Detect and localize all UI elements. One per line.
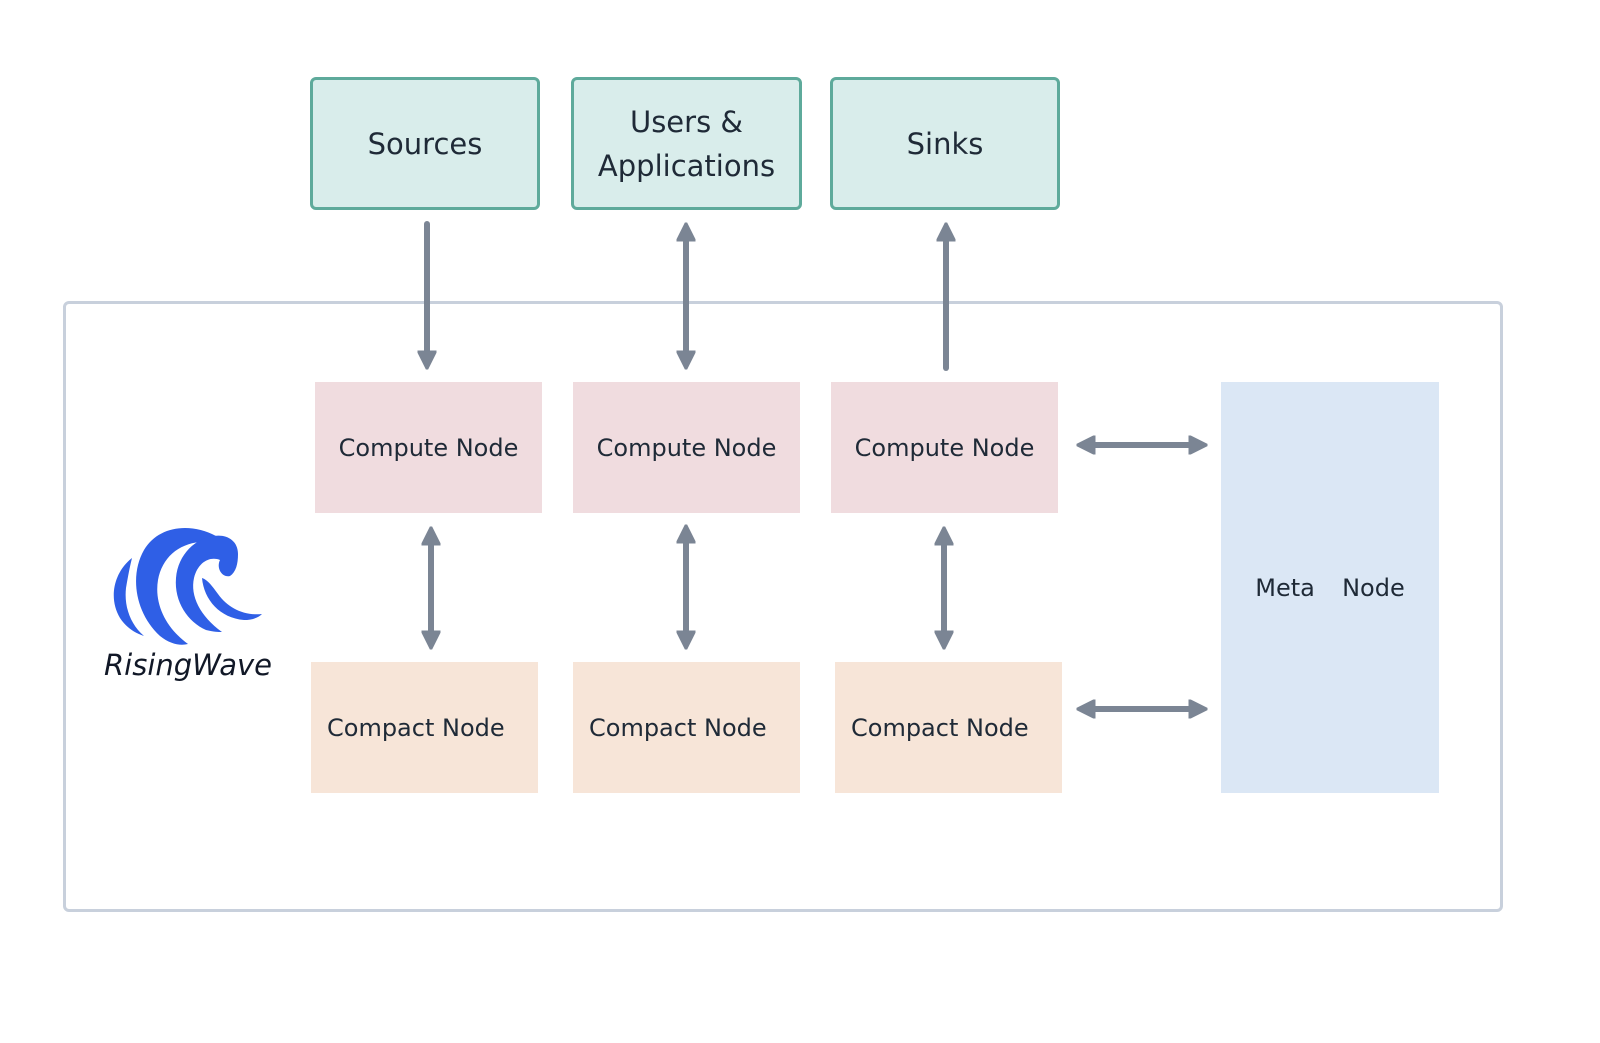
risingwave-logo-text: RisingWave <box>104 648 273 682</box>
risingwave-logo-icon <box>113 527 262 645</box>
